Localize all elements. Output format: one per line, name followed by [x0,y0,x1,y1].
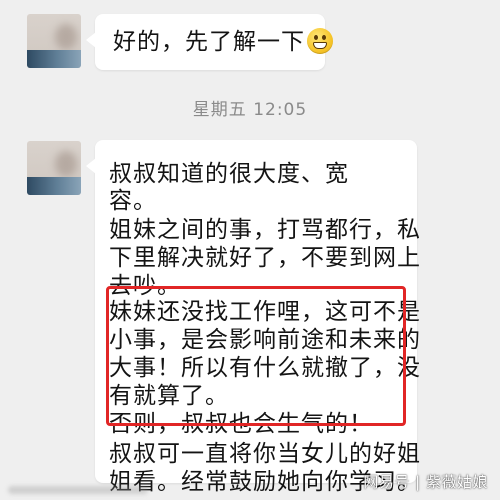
message-line: 叔叔知道的很大度、宽 [109,161,349,187]
message-1-text: 好的，先了解一下 [113,29,305,55]
message-bubble-1[interactable]: 好的，先了解一下 [86,14,333,70]
message-line: 否则，叔叔也会生气的！ [109,411,373,437]
message-line: 妹妹还没找工作哩，这可不是 [109,299,421,325]
avatar-shade [27,177,81,195]
timestamp: 星期五 12:05 [192,100,308,120]
avatar-shade [27,50,81,68]
message-line: 姐妹之间的事，打骂都行，私 [109,217,421,243]
bottom-blur [8,486,148,494]
message-line: 叔叔可一直将你当女儿的好姐 [109,441,421,467]
message-text: 好的，先了解一下 [113,28,333,56]
sender-avatar[interactable] [27,141,81,195]
message-line: 大事！所以有什么就撤了，没 [109,355,421,381]
avatar-blur [55,24,77,50]
sender-avatar[interactable] [27,14,81,68]
watermark: 网易号 | 紫薇姑娘 [363,473,488,491]
message-line: 小事，是会影响前途和未来的 [109,327,421,353]
grinning-face-icon [307,28,333,54]
message-line: 有就算了。 [109,383,229,409]
message-bubble-2[interactable]: 叔叔知道的很大度、宽 容。 姐妹之间的事，打骂都行，私 下里解决就好了，不要到网… [86,140,420,495]
message-line: 去吵。 [109,273,181,299]
message-line: 容。 [109,188,157,214]
message-line: 下里解决就好了，不要到网上 [109,245,421,271]
avatar-blur [55,151,77,177]
